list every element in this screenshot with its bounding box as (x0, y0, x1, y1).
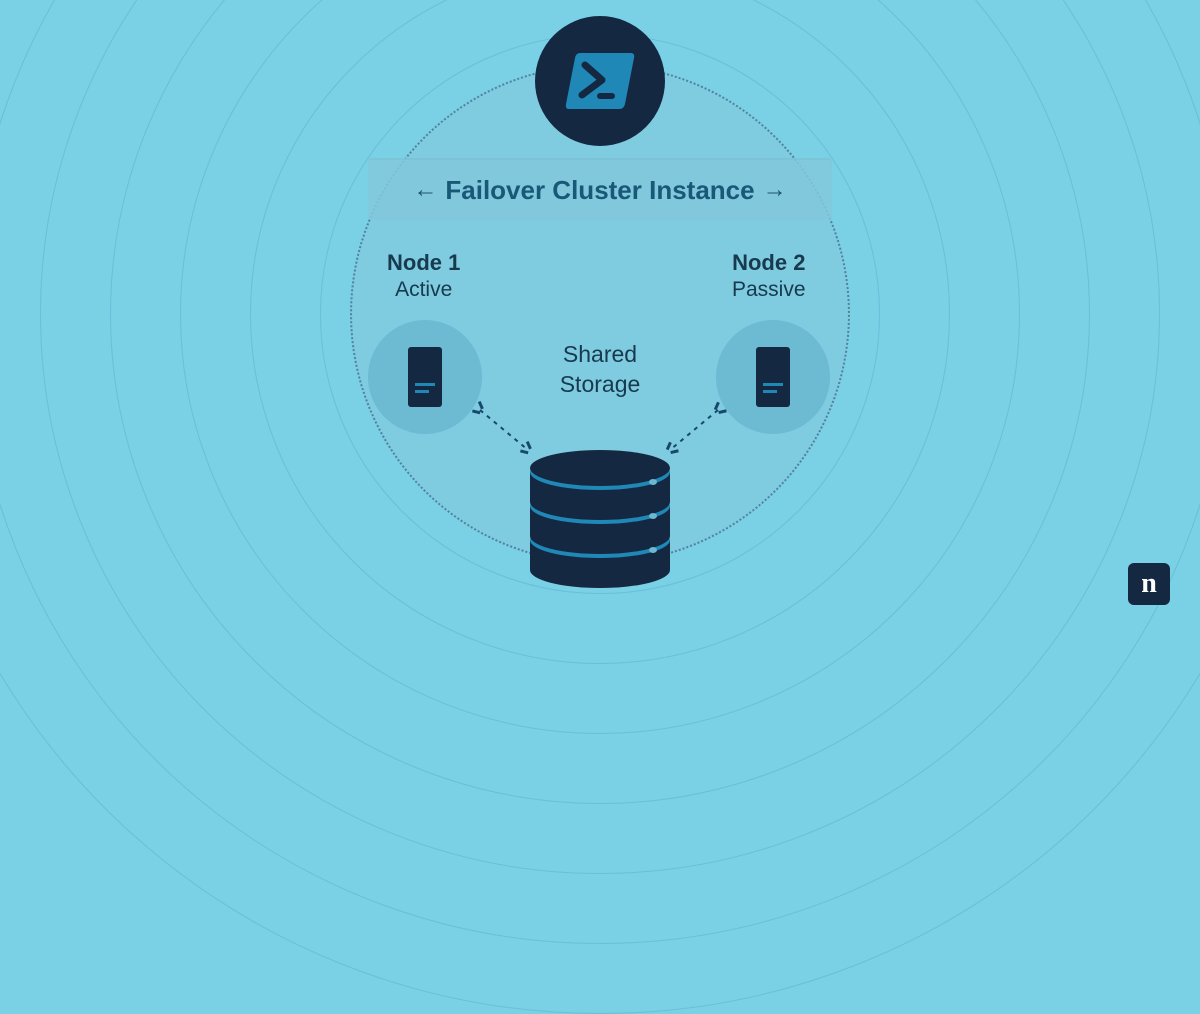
brand-logo: n (1128, 563, 1170, 605)
storage-stack-icon (525, 438, 675, 603)
shared-storage-label: Shared Storage (560, 340, 641, 400)
arrow-node2-to-storage (670, 410, 718, 450)
